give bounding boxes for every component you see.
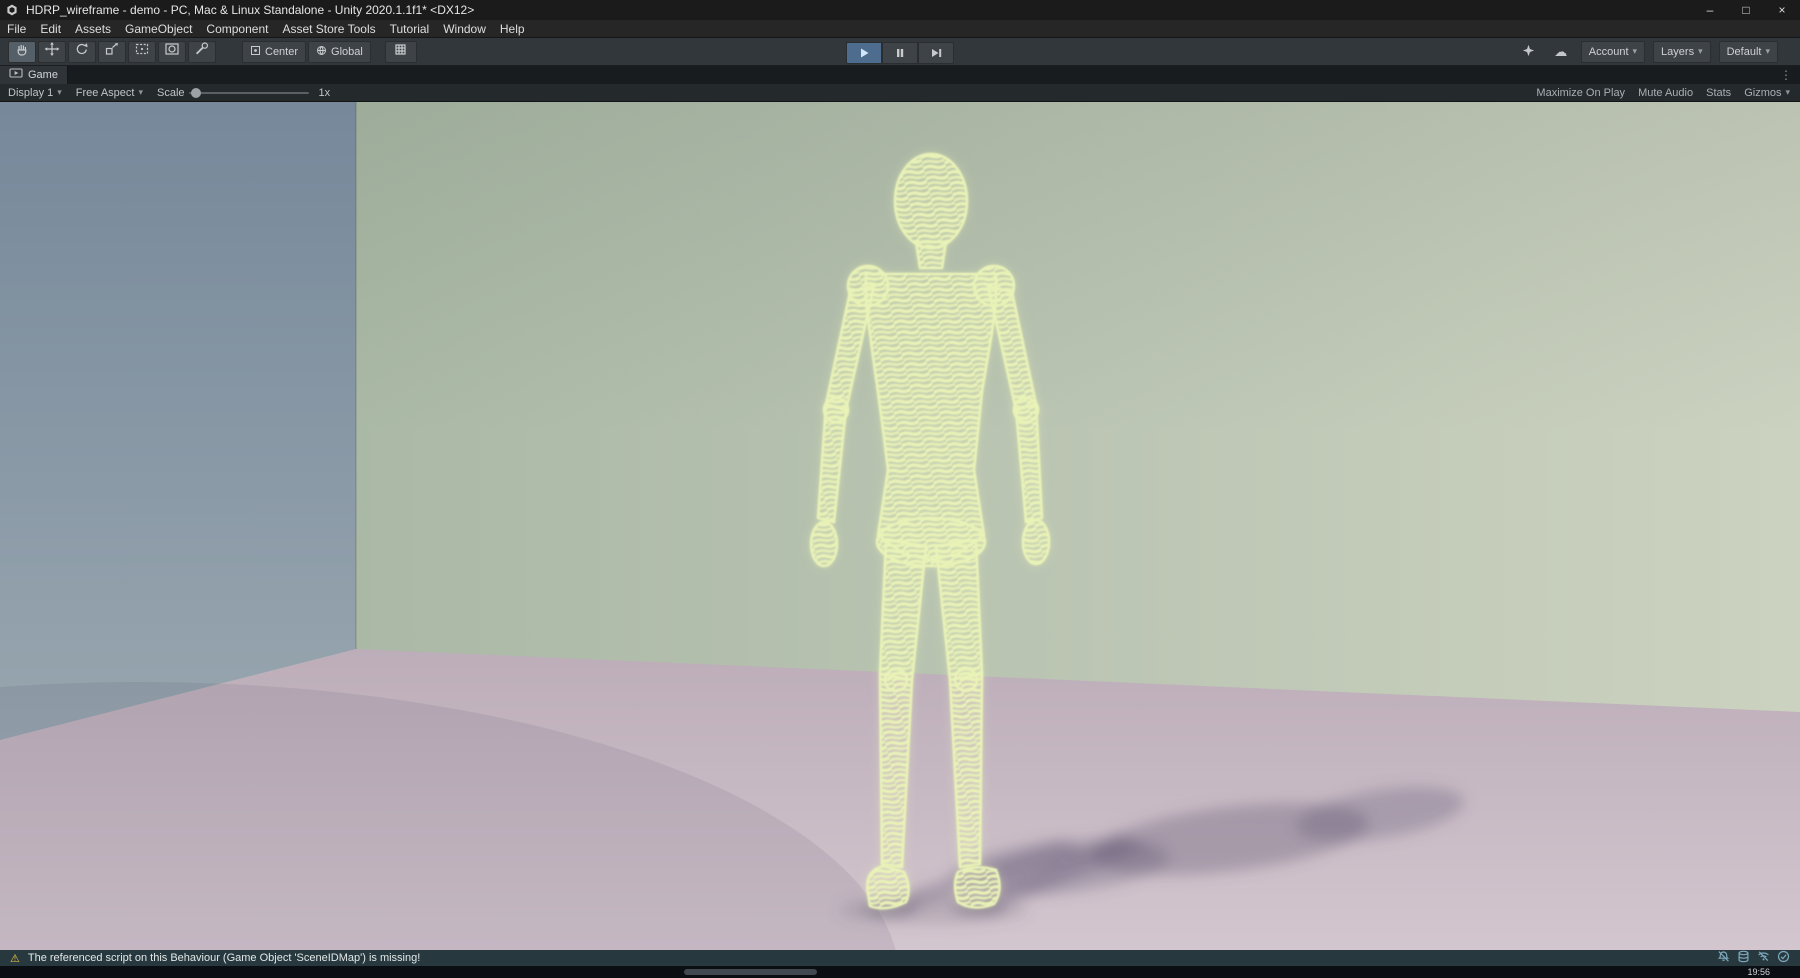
title-bar: HDRP_wireframe - demo - PC, Mac & Linux …	[0, 0, 1800, 20]
pivot-mode-button[interactable]: Center	[242, 40, 307, 63]
tab-game[interactable]: Game	[0, 66, 68, 84]
view-tool-button[interactable]	[8, 40, 36, 63]
mute-audio-toggle[interactable]: Mute Audio	[1638, 87, 1693, 99]
taskbar-app-group[interactable]	[684, 969, 817, 975]
maximize-on-play-toggle[interactable]: Maximize On Play	[1536, 87, 1625, 99]
warning-icon: ⚠	[10, 952, 20, 965]
main-toolbar: Center Global ☁ Account ▾ Layers ▾ Defau…	[0, 38, 1800, 66]
menu-bar: File Edit Assets GameObject Component As…	[0, 20, 1800, 38]
menu-file[interactable]: File	[0, 20, 33, 37]
chevron-down-icon: ▾	[1765, 46, 1770, 56]
scale-label: Scale	[157, 86, 185, 99]
toolbar-right-group: ☁ Account ▾ Layers ▾ Default ▾	[1517, 40, 1800, 63]
bell-muted-icon[interactable]	[1717, 950, 1730, 966]
wrench-icon	[194, 42, 210, 61]
scale-tool-button[interactable]	[98, 40, 126, 63]
pivot-toggles: Center Global	[242, 40, 371, 63]
aspect-label: Free Aspect	[75, 86, 135, 99]
chevron-down-icon: ▾	[138, 87, 144, 97]
scale-value: 1x	[318, 86, 331, 99]
grid-icon	[394, 43, 407, 61]
account-dropdown[interactable]: Account ▾	[1580, 40, 1646, 63]
menu-help[interactable]: Help	[493, 20, 532, 37]
scale-tool-icon	[104, 42, 120, 61]
taskbar-clock[interactable]: 19:56	[1747, 966, 1770, 978]
tab-game-label: Game	[28, 69, 58, 81]
menu-assets[interactable]: Assets	[68, 20, 118, 37]
left-wall	[0, 102, 356, 740]
rotate-tool-icon	[74, 42, 90, 61]
taskbar: 19:56	[0, 966, 1800, 978]
game-view-toolbar: Display 1 ▾ Free Aspect ▾ Scale 1x Maxim…	[0, 84, 1800, 102]
space-mode-button[interactable]: Global	[308, 40, 371, 63]
cloud-icon: ☁	[1554, 43, 1568, 59]
game-view-icon	[9, 68, 23, 82]
pause-button[interactable]	[882, 42, 918, 64]
layout-dropdown[interactable]: Default ▾	[1718, 40, 1778, 63]
chevron-down-icon: ▾	[1785, 87, 1790, 97]
tab-options-menu[interactable]: ⋮	[1780, 68, 1800, 82]
chevron-down-icon: ▾	[1632, 46, 1638, 56]
cloud-button[interactable]: ☁	[1549, 42, 1573, 62]
pivot-icon	[250, 45, 261, 59]
menu-edit[interactable]: Edit	[33, 20, 68, 37]
menu-window[interactable]: Window	[436, 20, 493, 37]
menu-gameobject[interactable]: GameObject	[118, 20, 199, 37]
progress-check-icon[interactable]	[1777, 950, 1790, 966]
move-tool-button[interactable]	[38, 40, 66, 63]
menu-component[interactable]: Component	[199, 20, 275, 37]
scale-control: Scale 1x	[157, 87, 330, 99]
window-title: HDRP_wireframe - demo - PC, Mac & Linux …	[26, 3, 475, 17]
rect-tool-button[interactable]	[128, 40, 156, 63]
hand-tool-icon	[14, 42, 30, 61]
game-viewport[interactable]	[0, 102, 1800, 950]
stats-toggle[interactable]: Stats	[1706, 87, 1731, 99]
play-controls	[846, 42, 954, 64]
view-tab-strip: Game ⋮	[0, 66, 1800, 84]
close-button[interactable]: ×	[1764, 0, 1800, 20]
rotate-tool-button[interactable]	[68, 40, 96, 63]
grid-snap-button[interactable]	[384, 40, 417, 63]
aspect-dropdown[interactable]: Free Aspect ▾	[76, 87, 143, 99]
play-button[interactable]	[846, 42, 882, 64]
step-button[interactable]	[918, 42, 954, 64]
scale-slider[interactable]	[188, 87, 309, 98]
restore-button[interactable]: □	[1728, 0, 1764, 20]
rect-tool-icon	[134, 42, 150, 61]
gizmos-label: Gizmos	[1744, 86, 1782, 99]
menu-asset-store-tools[interactable]: Asset Store Tools	[275, 20, 382, 37]
collab-button[interactable]	[1517, 42, 1541, 62]
move-tool-icon	[44, 42, 60, 61]
minimize-button[interactable]: –	[1692, 0, 1728, 20]
network-icon[interactable]	[1757, 950, 1770, 966]
collab-icon	[1522, 44, 1535, 60]
transform-tool-button[interactable]	[158, 40, 186, 63]
layers-label: Layers	[1661, 45, 1695, 58]
display-dropdown[interactable]: Display 1 ▾	[8, 87, 62, 99]
space-mode-label: Global	[331, 45, 363, 58]
chevron-down-icon: ▾	[57, 87, 62, 97]
transform-tool-icon	[164, 42, 180, 61]
status-bar: ⚠ The referenced script on this Behaviou…	[0, 950, 1800, 966]
status-message[interactable]: The referenced script on this Behaviour …	[28, 952, 420, 964]
cache-server-icon[interactable]	[1737, 950, 1750, 966]
chevron-down-icon: ▾	[1698, 46, 1703, 56]
gizmos-dropdown[interactable]: Gizmos ▾	[1744, 87, 1790, 99]
custom-tool-button[interactable]	[188, 40, 216, 63]
layers-dropdown[interactable]: Layers ▾	[1653, 40, 1711, 63]
account-label: Account	[1588, 45, 1629, 58]
transform-tools	[8, 40, 216, 63]
status-icons	[1717, 950, 1800, 966]
layout-label: Default	[1726, 45, 1762, 58]
globe-icon	[316, 45, 327, 59]
display-label: Display 1	[8, 86, 54, 99]
menu-tutorial[interactable]: Tutorial	[383, 20, 437, 37]
scale-slider-thumb[interactable]	[190, 87, 201, 98]
unity-logo-icon	[6, 4, 18, 16]
pivot-mode-label: Center	[265, 45, 299, 58]
